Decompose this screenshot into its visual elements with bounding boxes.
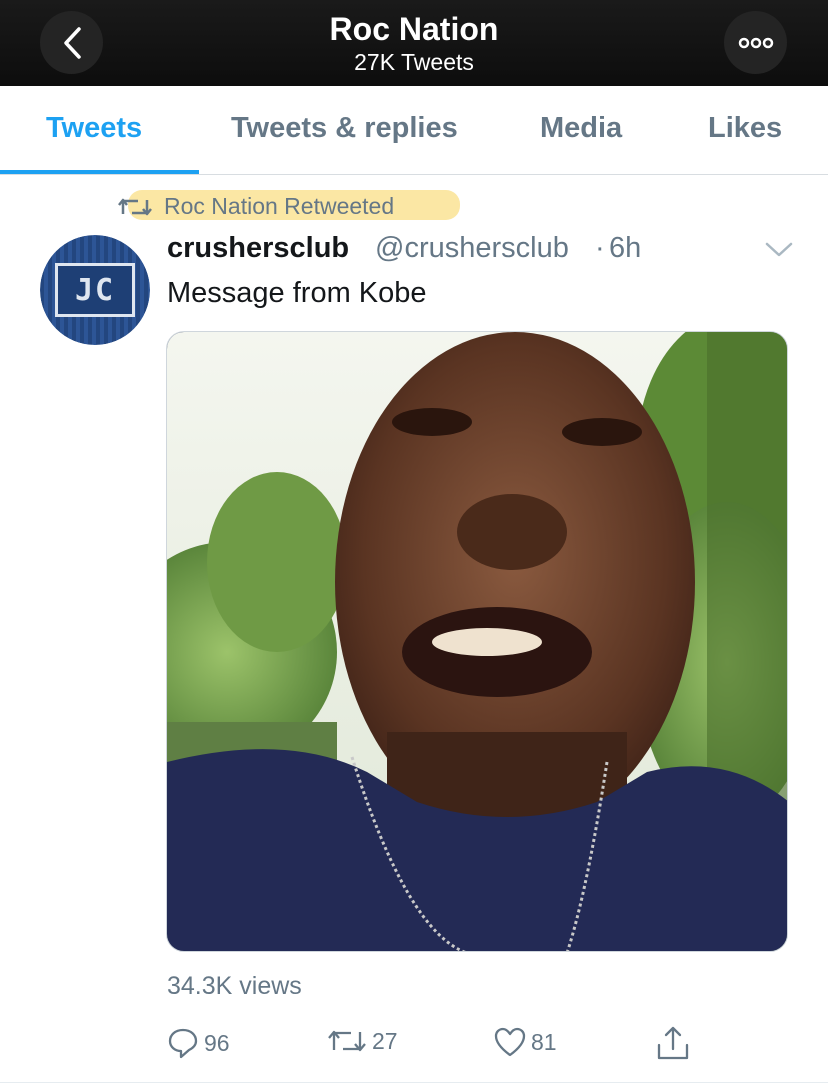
tab-media[interactable]: Media [540, 112, 622, 145]
avatar-image: JC [40, 235, 150, 345]
like-count: 81 [531, 1028, 557, 1055]
retweet-icon [118, 198, 152, 215]
author-handle[interactable]: @crushersclub [375, 232, 569, 265]
reply-icon [168, 1028, 198, 1059]
profile-title: Roc Nation [329, 11, 499, 47]
view-count: 34.3K views [167, 972, 302, 1000]
tweet-video[interactable] [166, 331, 788, 952]
share-icon [657, 1026, 689, 1060]
profile-tabs: Tweets Tweets & replies Media Likes [0, 86, 828, 175]
more-dots-icon [738, 37, 773, 48]
tweet-count: 27K Tweets [354, 49, 474, 75]
tab-tweets-replies[interactable]: Tweets & replies [231, 112, 458, 145]
tab-likes[interactable]: Likes [708, 112, 782, 145]
tweet-timestamp[interactable]: 6h [609, 232, 641, 265]
top-nav-bar: Roc Nation 27K Tweets [0, 0, 828, 86]
retweet-context[interactable]: Roc Nation Retweeted [118, 193, 394, 220]
meta-separator: · [595, 232, 605, 264]
more-options-button[interactable] [724, 11, 787, 74]
retweet-count: 27 [372, 1027, 398, 1054]
retweet-label: Roc Nation Retweeted [164, 193, 395, 219]
reply-count: 96 [204, 1029, 230, 1056]
like-button[interactable]: 81 [494, 1027, 557, 1057]
chevron-down-icon[interactable] [764, 237, 794, 261]
reply-button[interactable]: 96 [167, 1027, 230, 1059]
share-button[interactable] [656, 1025, 690, 1061]
avatar-logo: JC [55, 263, 135, 317]
avatar[interactable]: JC [40, 235, 150, 345]
video-frame [167, 332, 787, 951]
tweet-text: Message from Kobe [167, 277, 427, 309]
heart-icon [494, 1027, 526, 1057]
retweet-icon [328, 1030, 366, 1052]
tab-tweets[interactable]: Tweets [46, 112, 142, 145]
author-name[interactable]: crushersclub [167, 232, 349, 265]
retweet-button[interactable]: 27 [327, 1027, 398, 1055]
active-tab-indicator [0, 170, 199, 174]
divider [0, 1082, 828, 1083]
